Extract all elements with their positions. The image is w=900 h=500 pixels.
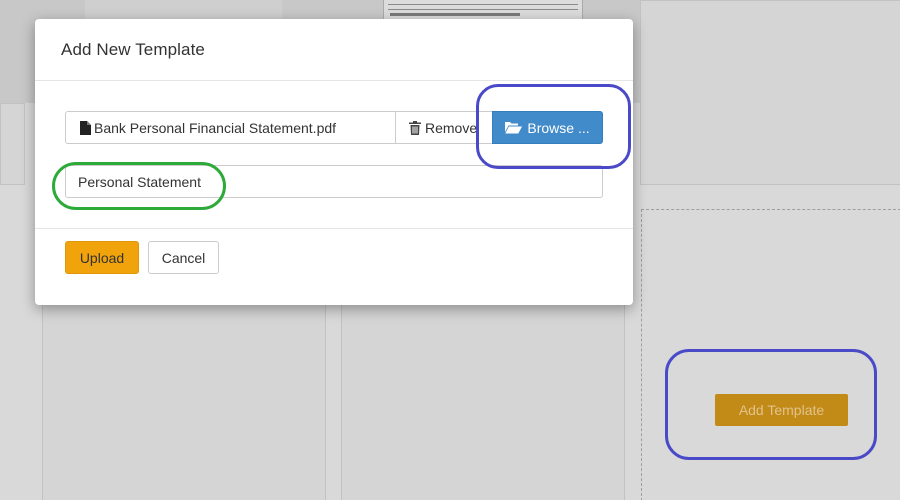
template-name-input[interactable] [65, 165, 603, 198]
background-card [341, 290, 625, 500]
file-caption: Bank Personal Financial Statement.pdf [65, 111, 410, 144]
add-template-button[interactable]: Add Template [715, 394, 848, 426]
upload-button[interactable]: Upload [65, 241, 139, 274]
background-card [0, 103, 25, 185]
browse-button[interactable]: Browse ... [492, 111, 603, 144]
remove-label: Remove [425, 119, 478, 136]
file-icon [80, 120, 91, 135]
background-card [42, 290, 326, 500]
folder-open-icon [505, 122, 523, 134]
background-card [640, 0, 900, 185]
file-name: Bank Personal Financial Statement.pdf [94, 119, 337, 136]
modal-header: Add New Template [35, 19, 633, 81]
cancel-button[interactable]: Cancel [148, 241, 219, 274]
trash-icon [409, 120, 421, 135]
screen: Add Template Add New Template Bank Perso… [0, 0, 900, 500]
modal-title: Add New Template [61, 39, 205, 59]
add-template-dropzone [641, 209, 900, 500]
modal-footer-divider [35, 228, 633, 229]
remove-button[interactable]: Remove [395, 111, 507, 144]
file-input-group: Bank Personal Financial Statement.pdf Re… [65, 111, 603, 144]
add-template-modal: Add New Template Bank Personal Financial… [35, 19, 633, 305]
browse-label: Browse ... [527, 119, 590, 136]
